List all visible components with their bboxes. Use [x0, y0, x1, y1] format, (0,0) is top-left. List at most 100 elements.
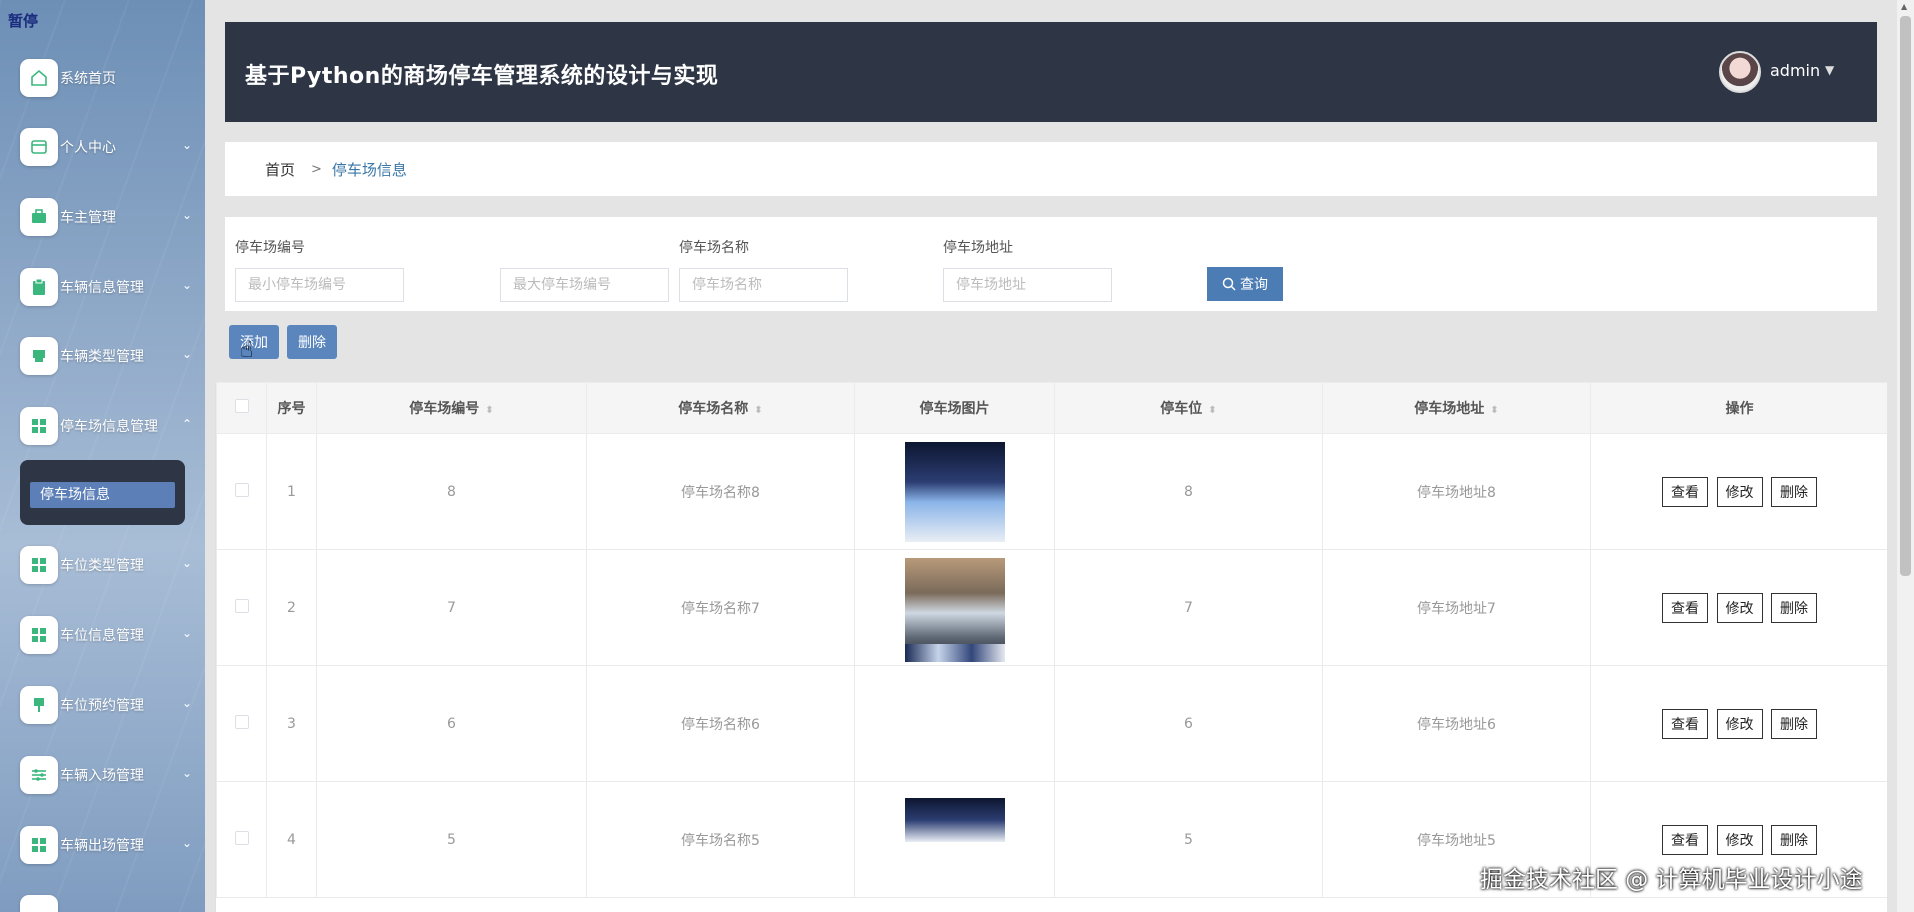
column-header-address[interactable]: 停车场地址 ⬍	[1322, 382, 1591, 434]
breadcrumb-home[interactable]: 首页	[265, 159, 295, 180]
column-header-spaces[interactable]: 停车位 ⬍	[1054, 382, 1323, 434]
sidebar-item-owner[interactable]: 车主管理 ⌄	[20, 198, 200, 236]
row-checkbox[interactable]	[234, 830, 249, 845]
delete-button[interactable]: 删除	[1770, 476, 1817, 507]
caret-down-icon[interactable]: ▼	[1825, 63, 1834, 77]
view-button[interactable]: 查看	[1662, 708, 1709, 739]
row-select-cell	[216, 665, 267, 782]
submenu-item-parking-info[interactable]: 停车场信息	[30, 482, 175, 508]
column-header-number[interactable]: 停车场编号 ⬍	[316, 382, 587, 434]
view-button[interactable]: 查看	[1662, 824, 1709, 855]
sidebar-item-label: 车辆出场管理	[60, 838, 144, 854]
sort-icon[interactable]: ⬍	[1208, 405, 1216, 416]
row-image-cell	[854, 643, 1055, 782]
sidebar-item-label: 车辆信息管理	[60, 280, 144, 296]
chevron-down-icon: ⌄	[181, 556, 192, 570]
row-index: 3	[266, 665, 317, 782]
sidebar-item-label: 车辆类型管理	[60, 349, 144, 365]
row-actions: 查看 修改 删除	[1590, 665, 1887, 782]
select-all-cell	[216, 382, 267, 434]
column-header: 停车场图片	[854, 382, 1055, 434]
search-icon	[1222, 277, 1236, 291]
sort-icon[interactable]: ⬍	[754, 405, 762, 416]
sidebar-item-space-type[interactable]: 车位类型管理 ⌄	[20, 546, 200, 584]
sidebar-item-label: 系统首页	[60, 71, 116, 87]
row-spaces: 7	[1054, 549, 1323, 666]
label-parking-address: 停车场地址	[943, 240, 1013, 256]
sidebar-item-parking-info[interactable]: 停车场信息管理 ⌃	[20, 407, 200, 445]
query-button[interactable]: 查询	[1207, 267, 1283, 301]
view-button[interactable]: 查看	[1662, 476, 1709, 507]
search-panel: 停车场编号 停车场名称 停车场地址 查询	[225, 217, 1877, 311]
column-header-label: 停车场地址	[1414, 401, 1485, 417]
user-name[interactable]: admin	[1770, 61, 1820, 80]
column-header-label: 停车场名称	[678, 401, 749, 417]
column-header-label: 停车场编号	[409, 401, 480, 417]
delete-button[interactable]: 删除	[1770, 708, 1817, 739]
max-number-input[interactable]	[500, 268, 669, 302]
sidebar-item-label: 车主管理	[60, 210, 116, 226]
name-input[interactable]	[679, 268, 848, 302]
edit-button[interactable]: 修改	[1716, 476, 1763, 507]
sidebar-item-space-info[interactable]: 车位信息管理 ⌄	[20, 616, 200, 654]
sidebar-item-vehicle-exit[interactable]: 车辆出场管理 ⌄	[20, 826, 200, 864]
grid-icon	[20, 546, 58, 584]
edit-button[interactable]: 修改	[1716, 708, 1763, 739]
sidebar-item-label: 车位信息管理	[60, 628, 144, 644]
table-row: 2 7 停车场名称7 7 停车场地址7 查看 修改 删除	[216, 549, 1887, 666]
query-button-label: 查询	[1240, 277, 1268, 293]
sidebar-item-vehicle-info[interactable]: 车辆信息管理 ⌄	[20, 268, 200, 306]
delete-button[interactable]: 删除	[1770, 824, 1817, 855]
batch-delete-button[interactable]: 删除	[287, 325, 337, 359]
briefcase-icon	[20, 198, 58, 236]
label-parking-name: 停车场名称	[679, 240, 749, 256]
select-all-checkbox[interactable]	[234, 399, 249, 413]
delete-button[interactable]: 删除	[1770, 592, 1817, 623]
row-checkbox[interactable]	[234, 714, 249, 729]
sidebar-item-home[interactable]: 系统首页	[20, 59, 200, 97]
row-index: 2	[266, 549, 317, 666]
scroll-thumb[interactable]	[1900, 16, 1911, 576]
sidebar-item-vehicle-type[interactable]: 车辆类型管理 ⌄	[20, 337, 200, 375]
sort-icon[interactable]: ⬍	[485, 405, 493, 416]
row-number: 8	[316, 433, 587, 550]
avatar[interactable]	[1719, 51, 1761, 93]
edit-button[interactable]: 修改	[1716, 592, 1763, 623]
sidebar-item-personal-center[interactable]: 个人中心 ⌄	[20, 128, 200, 166]
min-number-input[interactable]	[235, 268, 404, 302]
row-checkbox[interactable]	[234, 598, 249, 613]
add-button[interactable]: 添加	[229, 325, 279, 359]
column-header: 序号	[266, 382, 317, 434]
scroll-up-icon[interactable]: ▲	[1901, 2, 1907, 11]
row-name: 停车场名称5	[586, 781, 855, 898]
row-spaces: 6	[1054, 665, 1323, 782]
data-table: 序号 停车场编号 ⬍ 停车场名称 ⬍ 停车场图片 停车位 ⬍ 停车场地址 ⬍ 操作 1 …	[215, 382, 1887, 912]
table-row: 1 8 停车场名称8 8 停车场地址8 查看 修改 删除	[216, 433, 1887, 550]
row-select-cell	[216, 781, 267, 898]
parking-image	[904, 441, 1005, 542]
row-index: 1	[266, 433, 317, 550]
submenu-parking: 停车场信息	[20, 460, 185, 525]
page-scrollbar[interactable]: ▲	[1897, 0, 1914, 912]
chevron-down-icon: ⌄	[181, 278, 192, 292]
row-actions: 查看 修改 删除	[1590, 549, 1887, 666]
sidebar-item-vehicle-entry[interactable]: 车辆入场管理 ⌄	[20, 756, 200, 794]
sidebar-item-partial[interactable]	[20, 895, 200, 912]
pause-label: 暂停	[8, 12, 39, 30]
row-address: 停车场地址7	[1322, 549, 1591, 666]
address-input[interactable]	[943, 268, 1112, 302]
column-header-name[interactable]: 停车场名称 ⬍	[586, 382, 855, 434]
row-checkbox[interactable]	[234, 482, 249, 497]
row-address: 停车场地址6	[1322, 665, 1591, 782]
home-icon	[20, 59, 58, 97]
row-name: 停车场名称8	[586, 433, 855, 550]
row-index: 4	[266, 781, 317, 898]
sidebar-item-reservation[interactable]: 车位预约管理 ⌄	[20, 686, 200, 724]
row-select-cell	[216, 433, 267, 550]
chevron-up-icon: ⌃	[181, 417, 192, 431]
view-button[interactable]: 查看	[1662, 592, 1709, 623]
clipboard-icon	[20, 268, 58, 306]
edit-button[interactable]: 修改	[1716, 824, 1763, 855]
card-icon	[20, 128, 58, 166]
sort-icon[interactable]: ⬍	[1490, 405, 1498, 416]
